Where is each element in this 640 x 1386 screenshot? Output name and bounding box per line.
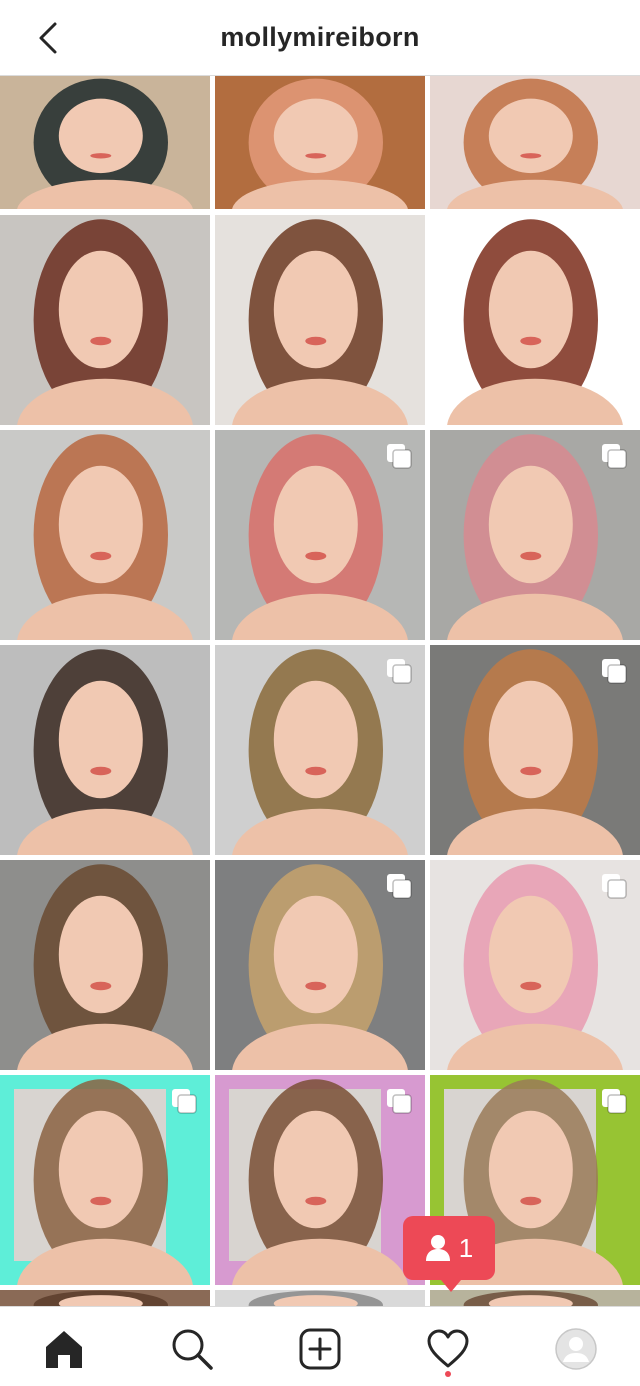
photo-tile[interactable]	[215, 1075, 425, 1285]
photo-image	[463, 1290, 598, 1306]
photo-tile[interactable]	[430, 1290, 640, 1306]
profile-avatar-icon	[555, 1328, 597, 1370]
nav-profile[interactable]	[552, 1325, 600, 1373]
photo-tile[interactable]	[215, 860, 425, 1070]
chevron-left-icon	[39, 22, 57, 54]
multiple-photos-icon	[172, 1089, 197, 1114]
photo-tile[interactable]	[0, 1075, 210, 1285]
home-icon	[46, 1331, 82, 1368]
photo-tile[interactable]	[430, 430, 640, 640]
photo-tile[interactable]	[0, 215, 210, 425]
photo-image	[17, 649, 193, 855]
multiple-photos-icon	[602, 874, 627, 899]
nav-search[interactable]	[168, 1325, 216, 1373]
person-icon	[425, 1235, 450, 1261]
photo-tile[interactable]	[0, 430, 210, 640]
photo-tile[interactable]	[0, 645, 210, 855]
photo-tile[interactable]	[0, 860, 210, 1070]
photo-image	[17, 864, 193, 1070]
photo-image	[248, 1290, 383, 1306]
photo-image	[17, 434, 193, 640]
top-bar: mollymireiborn	[0, 0, 640, 76]
nav-activity[interactable]	[424, 1325, 472, 1373]
photo-tile[interactable]	[430, 76, 640, 209]
photo-image	[33, 1290, 168, 1306]
photo-tile[interactable]	[215, 76, 425, 209]
photo-image	[447, 219, 623, 425]
photo-tile[interactable]	[0, 76, 210, 209]
photo-grid	[0, 76, 640, 1306]
photo-image	[17, 219, 193, 425]
photo-tile[interactable]	[430, 215, 640, 425]
nav-new-post[interactable]	[296, 1325, 344, 1373]
activity-heart-icon	[427, 1329, 469, 1368]
multiple-photos-icon	[387, 659, 412, 684]
photo-tile[interactable]	[430, 645, 640, 855]
photo-tile[interactable]	[215, 215, 425, 425]
multiple-photos-icon	[387, 444, 412, 469]
photo-tile[interactable]	[215, 430, 425, 640]
notification-count: 1	[458, 1232, 474, 1263]
photo-tile[interactable]	[215, 645, 425, 855]
activity-indicator-dot	[445, 1371, 451, 1377]
multiple-photos-icon	[602, 444, 627, 469]
photo-image	[17, 78, 193, 209]
photo-tile[interactable]	[430, 860, 640, 1070]
search-icon	[172, 1329, 213, 1370]
new-post-icon	[299, 1328, 341, 1370]
bottom-navigation	[0, 1306, 640, 1386]
multiple-photos-icon	[602, 659, 627, 684]
nav-home[interactable]	[40, 1325, 88, 1373]
activity-notification-bubble[interactable]: 1	[403, 1216, 495, 1292]
photo-image	[232, 78, 408, 209]
photo-tile[interactable]	[215, 1290, 425, 1306]
page-title: mollymireiborn	[220, 22, 420, 52]
multiple-photos-icon	[387, 1089, 412, 1114]
photo-image	[232, 219, 408, 425]
multiple-photos-icon	[602, 1089, 627, 1114]
multiple-photos-icon	[387, 874, 412, 899]
photo-tile[interactable]	[0, 1290, 210, 1306]
photo-image	[447, 78, 623, 209]
back-button[interactable]	[28, 18, 68, 58]
